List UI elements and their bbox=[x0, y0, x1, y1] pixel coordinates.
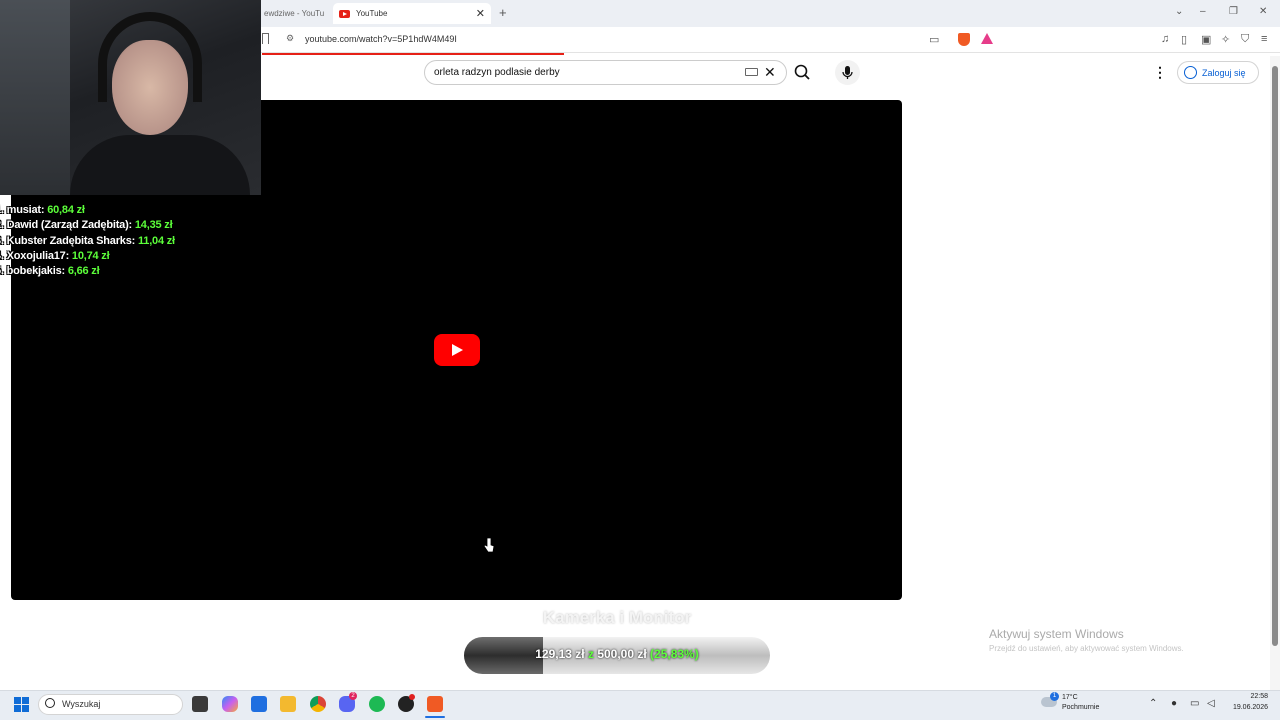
donor-rank: 4. bbox=[0, 249, 4, 262]
voice-search-button[interactable] bbox=[835, 60, 860, 85]
weather-condition[interactable]: Pochmurnie bbox=[1062, 704, 1099, 711]
search-button[interactable] bbox=[787, 60, 817, 85]
tab-title: YouTube bbox=[356, 9, 388, 18]
donor-name: Kubster Zadębita Sharks: bbox=[6, 234, 136, 247]
menu-icon[interactable]: ≡ bbox=[1261, 33, 1267, 45]
display-icon[interactable]: ▭ bbox=[1190, 698, 1199, 709]
brave-shield-icon[interactable] bbox=[958, 33, 970, 46]
clear-search-icon[interactable]: ✕ bbox=[764, 64, 776, 81]
weather-temperature[interactable]: 17°C bbox=[1062, 694, 1078, 701]
discord-badge: 2 bbox=[349, 692, 357, 700]
donor-amount: 10,74 zł bbox=[71, 249, 110, 262]
donor-name: bobekjakis: bbox=[6, 265, 66, 278]
webcam-overlay bbox=[0, 0, 261, 195]
store-icon[interactable] bbox=[251, 696, 267, 712]
webcam-person-body bbox=[70, 135, 250, 195]
donor-rank: 5. bbox=[0, 265, 4, 278]
tab-list-icon[interactable]: ⌄ bbox=[1175, 6, 1183, 17]
donor-name: Xoxojulia17: bbox=[6, 249, 70, 262]
spotify-icon[interactable] bbox=[369, 696, 385, 712]
youtube-favicon-icon bbox=[339, 9, 350, 18]
minimize-button[interactable]: – bbox=[1200, 6, 1206, 17]
donor-row: 4. Xoxojulia17: 10,74 zł bbox=[0, 250, 175, 265]
leo-icon[interactable]: ✧ bbox=[1221, 33, 1230, 46]
donor-amount: 6,66 zł bbox=[67, 265, 100, 278]
wallet-icon[interactable]: ▣ bbox=[1201, 33, 1211, 46]
clock-date[interactable]: 19.06.2026 bbox=[1224, 704, 1268, 711]
activation-watermark-title: Aktywuj system Windows bbox=[989, 627, 1124, 641]
weather-badge: 1 bbox=[1050, 692, 1059, 701]
donor-rank: 2. bbox=[0, 219, 4, 232]
scrollbar-thumb[interactable] bbox=[1272, 66, 1278, 646]
sign-in-button[interactable]: Zaloguj się bbox=[1177, 61, 1259, 84]
restore-button[interactable]: ❐ bbox=[1229, 6, 1238, 17]
close-window-button[interactable]: ✕ bbox=[1259, 6, 1267, 17]
vpn-icon[interactable]: ⛉ bbox=[1241, 33, 1249, 46]
webcam-background bbox=[0, 0, 70, 195]
donor-row: 5. bobekjakis: 6,66 zł bbox=[0, 265, 175, 280]
donor-rank: 1. bbox=[0, 204, 4, 216]
tab-previous[interactable]: ewdziwe - YouTu bbox=[258, 3, 328, 24]
brave-icon[interactable] bbox=[427, 696, 443, 712]
goal-target: 500,00 zł bbox=[597, 647, 647, 661]
chrome-icon[interactable] bbox=[310, 696, 326, 712]
media-icon[interactable]: ♫ bbox=[1161, 33, 1169, 45]
taskbar-search[interactable] bbox=[38, 694, 183, 715]
tab-youtube[interactable]: YouTube ✕ bbox=[333, 3, 491, 24]
cast-icon[interactable]: ▭ bbox=[929, 33, 939, 46]
donor-row: 1. musiat: 60,84 zł bbox=[0, 204, 175, 219]
donor-amount: 14,35 zł bbox=[134, 219, 173, 232]
goal-title: Kamerka i Monitor bbox=[542, 608, 692, 627]
hand-cursor-icon bbox=[483, 537, 495, 553]
sign-in-label: Zaloguj się bbox=[1202, 67, 1246, 78]
goal-progress-text: 129,13 zł z 500,00 zł (25,83%) bbox=[464, 647, 770, 661]
brave-rewards-icon[interactable] bbox=[981, 33, 993, 44]
copilot-icon[interactable] bbox=[222, 696, 238, 712]
donor-name: musiat: bbox=[6, 204, 45, 216]
search-icon bbox=[794, 64, 810, 80]
microphone-icon bbox=[842, 66, 853, 79]
folder-icon[interactable] bbox=[280, 696, 296, 712]
sidebar-icon[interactable]: ▯ bbox=[1181, 33, 1187, 46]
taskbar-search-placeholder: Wyszukaj bbox=[62, 699, 101, 709]
new-tab-button[interactable]: + bbox=[499, 5, 507, 20]
donor-row: 3. Kubster Zadębita Sharks: 11,04 zł bbox=[0, 235, 175, 250]
speaker-icon[interactable]: ◁ bbox=[1207, 698, 1215, 709]
activation-watermark-subtitle: Przejdź do ustawień, aby aktywować syste… bbox=[989, 644, 1184, 653]
donor-leaderboard: 1. musiat: 60,84 zł2. Dawid (Zarząd Zadę… bbox=[0, 204, 175, 280]
goal-separator: z bbox=[587, 647, 594, 661]
url-field[interactable]: youtube.com/watch?v=5P1hdW4M49I bbox=[305, 34, 457, 44]
donor-amount: 60,84 zł bbox=[47, 204, 85, 216]
account-icon bbox=[1184, 66, 1197, 79]
donor-name: Dawid (Zarząd Zadębita): bbox=[6, 219, 133, 232]
search-input[interactable]: orleta radzyn podlasie derby bbox=[434, 67, 560, 78]
donor-amount: 11,04 zł bbox=[137, 234, 175, 247]
goal-progress-bar: 129,13 zł z 500,00 zł (25,83%) bbox=[464, 637, 770, 674]
bookmark-icon[interactable] bbox=[262, 33, 269, 44]
obs-recording-dot bbox=[409, 694, 415, 700]
keyboard-icon[interactable] bbox=[745, 68, 758, 76]
active-app-indicator bbox=[425, 716, 445, 718]
play-button[interactable] bbox=[434, 334, 480, 366]
donor-row: 2. Dawid (Zarząd Zadębita): 14,35 zł bbox=[0, 219, 175, 234]
clock-time[interactable]: 22:58 bbox=[1238, 693, 1268, 700]
loading-bar bbox=[262, 53, 564, 55]
site-info-icon[interactable]: ⚙ bbox=[286, 33, 294, 44]
goal-percent: (25,83%) bbox=[650, 647, 699, 661]
close-tab-icon[interactable]: ✕ bbox=[476, 7, 485, 20]
search-icon bbox=[45, 698, 55, 708]
goal-current: 129,13 zł bbox=[535, 647, 585, 661]
chevron-up-icon[interactable]: ⌃ bbox=[1149, 698, 1157, 709]
file-explorer-icon[interactable] bbox=[192, 696, 208, 712]
more-options-icon[interactable]: ⋮ bbox=[1153, 64, 1167, 81]
donor-rank: 3. bbox=[0, 234, 4, 247]
microphone-tray-icon[interactable]: ● bbox=[1171, 698, 1177, 709]
start-button[interactable] bbox=[14, 697, 29, 712]
webcam-headset bbox=[98, 12, 202, 102]
